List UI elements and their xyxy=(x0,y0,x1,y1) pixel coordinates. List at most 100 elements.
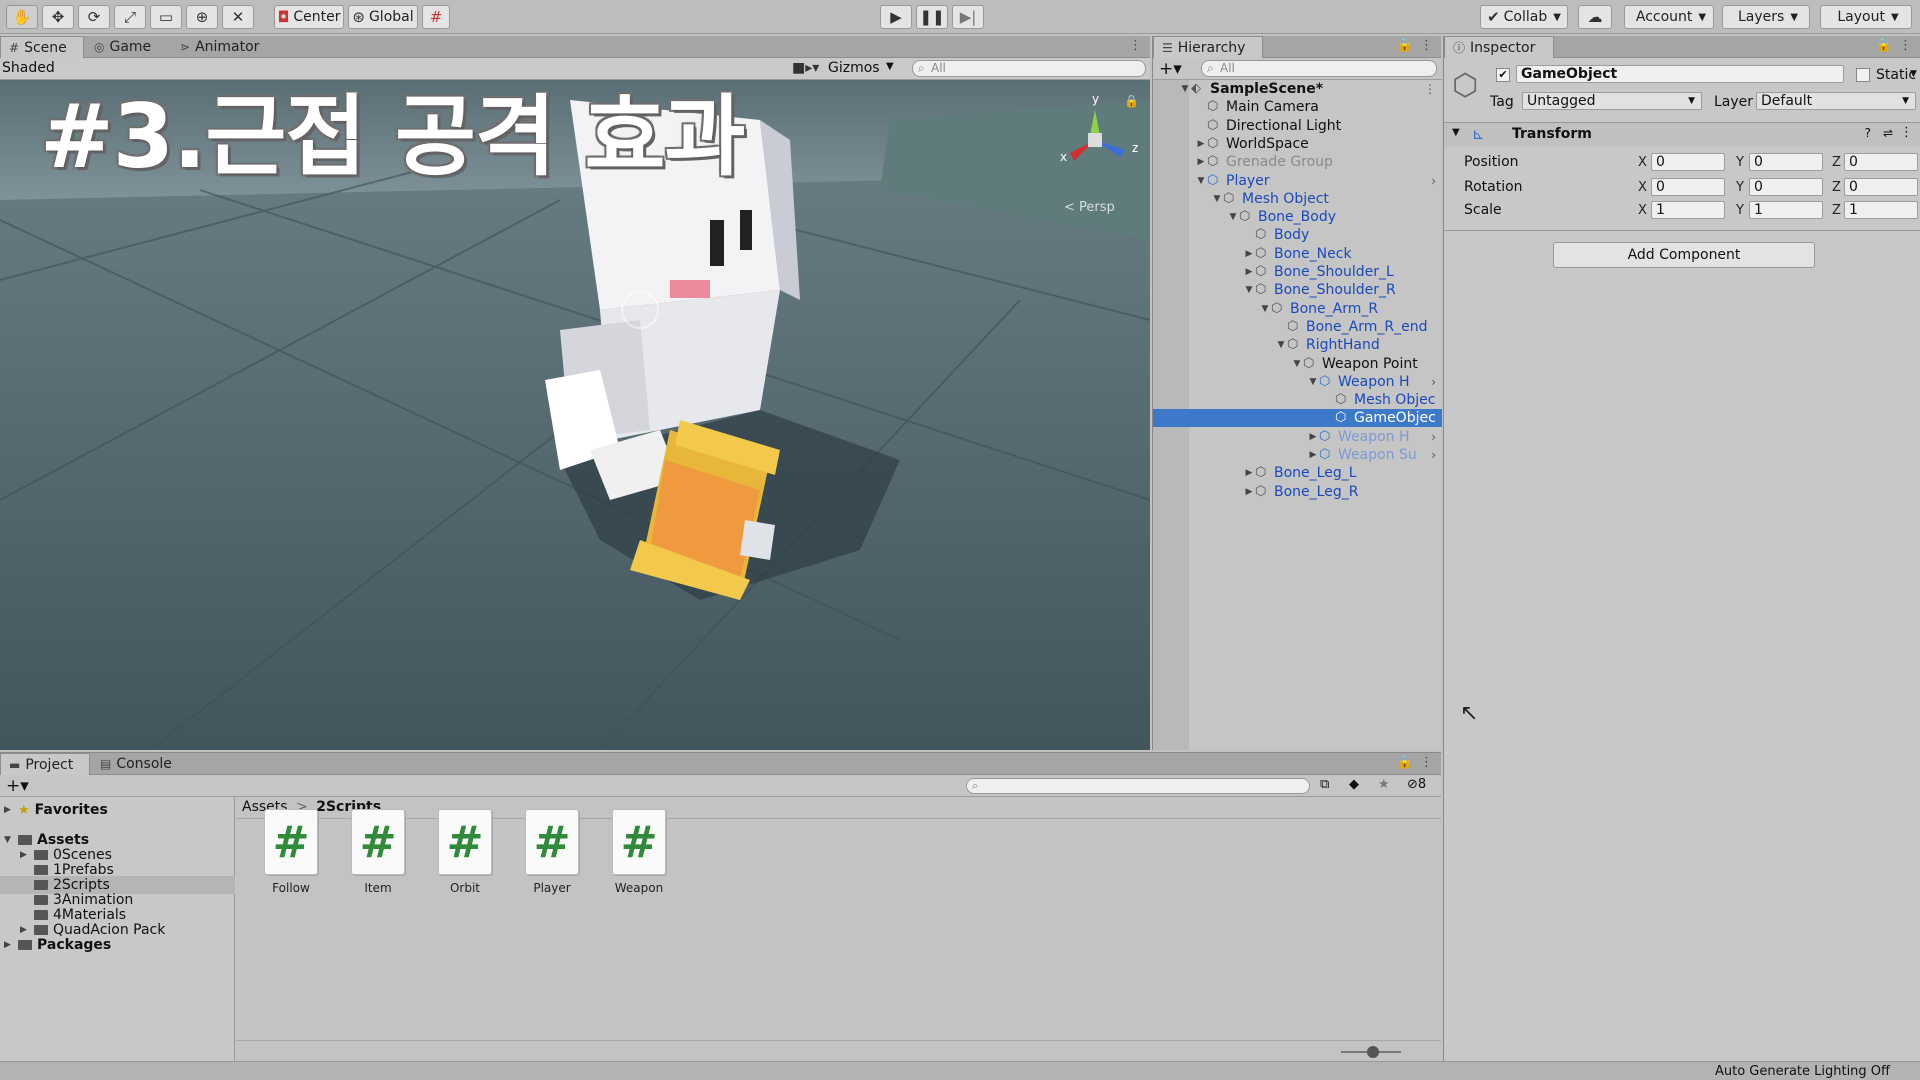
rotation-z-field[interactable]: 0 xyxy=(1844,178,1918,196)
tab-scene[interactable]: # Scene xyxy=(0,36,84,58)
hierarchy-row[interactable]: ▼ ⬡ Bone_Arm_R xyxy=(1153,300,1442,318)
expand-down-icon[interactable]: ▼ xyxy=(1211,194,1223,204)
hierarchy-row[interactable]: ▶ ⬡ Bone_Neck xyxy=(1153,245,1442,263)
tab-game[interactable]: ◎ Game xyxy=(86,36,166,58)
lock-icon[interactable]: 🔒 xyxy=(1876,38,1892,53)
expand-right-icon[interactable]: ▶ xyxy=(1243,487,1255,497)
layers-dropdown[interactable]: Layers ▼ xyxy=(1722,5,1810,29)
script-asset[interactable]: # Follow xyxy=(260,809,322,895)
script-asset[interactable]: # Weapon xyxy=(608,809,670,895)
rotation-x-field[interactable]: 0 xyxy=(1651,178,1725,196)
chevron-right-icon[interactable]: › xyxy=(1431,375,1436,389)
tab-project[interactable]: ▬ Project xyxy=(0,753,90,775)
orientation-gizmo[interactable]: y x z xyxy=(1050,92,1140,185)
static-checkbox[interactable] xyxy=(1856,68,1870,82)
add-component-button[interactable]: Add Component xyxy=(1553,242,1815,268)
script-asset[interactable]: # Orbit xyxy=(434,809,496,895)
lock-icon[interactable]: 🔒 xyxy=(1397,38,1413,53)
expand-down-icon[interactable]: ▼ xyxy=(1243,285,1255,295)
filter-type-icon[interactable]: ⧉ xyxy=(1320,777,1329,792)
project-tree-row[interactable]: ▶ Packages xyxy=(0,936,235,954)
tab-animator[interactable]: ⋗ Animator xyxy=(172,36,272,58)
chevron-right-icon[interactable]: › xyxy=(1431,430,1436,444)
expand-right-icon[interactable]: ▶ xyxy=(1195,157,1207,167)
expand-down-icon[interactable]: ▼ xyxy=(4,835,18,845)
scale-tool-button[interactable]: ⤢ xyxy=(114,5,146,29)
hierarchy-row[interactable]: ⬡ Mesh Objec xyxy=(1153,391,1442,409)
play-button[interactable]: ▶ xyxy=(880,5,912,29)
expand-down-icon[interactable]: ▼ xyxy=(1195,176,1207,186)
add-object-button[interactable]: +▾ xyxy=(1159,59,1182,79)
kebab-menu-icon[interactable]: ⋮ xyxy=(1420,38,1433,53)
hierarchy-row[interactable]: ⬡ GameObjec xyxy=(1153,409,1442,428)
hierarchy-row[interactable]: ▼ ⬡ Weapon H › xyxy=(1153,373,1442,391)
position-x-field[interactable]: 0 xyxy=(1651,153,1725,171)
position-y-field[interactable]: 0 xyxy=(1749,153,1823,171)
expand-right-icon[interactable]: ▶ xyxy=(1307,432,1319,442)
hierarchy-row[interactable]: ▼ ⬡ Player › xyxy=(1153,172,1442,190)
active-checkbox[interactable]: ✔ xyxy=(1496,68,1510,82)
project-search-input[interactable]: ⌕ xyxy=(966,778,1310,794)
lock-icon[interactable]: 🔒 xyxy=(1397,755,1413,770)
slider-thumb[interactable] xyxy=(1367,1046,1379,1058)
move-tool-button[interactable]: ✥ xyxy=(42,5,74,29)
hierarchy-row[interactable]: ⬡ Body xyxy=(1153,226,1442,244)
position-z-field[interactable]: 0 xyxy=(1844,153,1918,171)
presets-icon[interactable]: ⇌ xyxy=(1883,126,1893,140)
custom-tool-button[interactable]: ✕ xyxy=(222,5,254,29)
hierarchy-row[interactable]: ▶ ⬡ WorldSpace xyxy=(1153,135,1442,153)
hierarchy-row[interactable]: ▼ ⬡ Bone_Shoulder_R xyxy=(1153,281,1442,299)
scale-y-field[interactable]: 1 xyxy=(1749,201,1823,219)
hierarchy-row[interactable]: ▶ ⬡ Bone_Leg_R xyxy=(1153,483,1442,501)
expand-right-icon[interactable]: ▶ xyxy=(1243,468,1255,478)
hierarchy-row[interactable]: ▶ ⬡ Grenade Group xyxy=(1153,153,1442,171)
hierarchy-search-input[interactable]: ⌕ All xyxy=(1201,60,1437,77)
persp-toggle[interactable]: < Persp xyxy=(1064,200,1115,215)
hierarchy-row[interactable]: ▶ ⬡ Weapon H › xyxy=(1153,428,1442,446)
tag-dropdown[interactable]: Untagged ▼ xyxy=(1522,92,1702,110)
scale-x-field[interactable]: 1 xyxy=(1651,201,1725,219)
expand-right-icon[interactable]: ▶ xyxy=(20,850,34,860)
expand-down-icon[interactable]: ▼ xyxy=(1179,84,1191,94)
filter-label-icon[interactable]: ◆ xyxy=(1349,777,1359,792)
hierarchy-row[interactable]: ⬡ Bone_Arm_R_end xyxy=(1153,318,1442,336)
layer-dropdown[interactable]: Default ▼ xyxy=(1756,92,1916,110)
tab-inspector[interactable]: ⓘ Inspector xyxy=(1444,36,1554,58)
chevron-right-icon[interactable]: › xyxy=(1431,174,1436,188)
hidden-packages-toggle[interactable]: ⊘8 xyxy=(1407,777,1426,792)
rotation-y-field[interactable]: 0 xyxy=(1749,178,1823,196)
tab-hierarchy[interactable]: ☰ Hierarchy xyxy=(1153,36,1263,58)
star-icon[interactable]: ★ xyxy=(1378,777,1390,792)
collab-dropdown[interactable]: ✔ Collab ▼ xyxy=(1480,5,1568,29)
scale-z-field[interactable]: 1 xyxy=(1844,201,1918,219)
expand-down-icon[interactable]: ▼ xyxy=(1259,304,1271,314)
camera-icon[interactable]: ■▸▾ xyxy=(792,60,819,76)
account-dropdown[interactable]: Account ▼ xyxy=(1624,5,1714,29)
kebab-menu-icon[interactable]: ⋮ xyxy=(1424,82,1436,96)
pivot-center-button[interactable]: ◘ Center xyxy=(274,5,344,29)
kebab-menu-icon[interactable]: ⋮ xyxy=(1899,38,1912,53)
hierarchy-row[interactable]: ▶ ⬡ Bone_Shoulder_L xyxy=(1153,263,1442,281)
layout-dropdown[interactable]: Layout ▼ xyxy=(1820,5,1912,29)
expand-right-icon[interactable]: ▶ xyxy=(4,940,18,950)
hierarchy-row[interactable]: ⬡ Main Camera xyxy=(1153,98,1442,116)
transform-tool-button[interactable]: ⊕ xyxy=(186,5,218,29)
expand-down-icon[interactable]: ▼ xyxy=(1275,340,1287,350)
expand-right-icon[interactable]: ▶ xyxy=(1243,267,1255,277)
kebab-menu-icon[interactable]: ⋮ xyxy=(1420,755,1433,770)
space-global-button[interactable]: ⊛ Global xyxy=(348,5,418,29)
kebab-menu-icon[interactable]: ⋮ xyxy=(1900,125,1913,140)
hierarchy-row[interactable]: ▶ ⬡ Bone_Leg_L xyxy=(1153,464,1442,482)
expand-right-icon[interactable]: ▶ xyxy=(4,805,18,815)
help-icon[interactable]: ? xyxy=(1865,126,1871,140)
hand-tool-button[interactable]: ✋ xyxy=(6,5,38,29)
expand-down-icon[interactable]: ▼ xyxy=(1227,212,1239,222)
lighting-status[interactable]: Auto Generate Lighting Off xyxy=(1715,1064,1890,1079)
hierarchy-row[interactable]: ▼ ⬡ Mesh Object xyxy=(1153,190,1442,208)
hierarchy-row[interactable]: ▼ ⬖ SampleScene* ⋮ xyxy=(1153,80,1442,98)
step-button[interactable]: ▶| xyxy=(952,5,984,29)
rect-tool-button[interactable]: ▭ xyxy=(150,5,182,29)
kebab-menu-icon[interactable]: ⋮ xyxy=(1129,38,1142,53)
pause-button[interactable]: ❚❚ xyxy=(916,5,948,29)
expand-right-icon[interactable]: ▶ xyxy=(1243,249,1255,259)
